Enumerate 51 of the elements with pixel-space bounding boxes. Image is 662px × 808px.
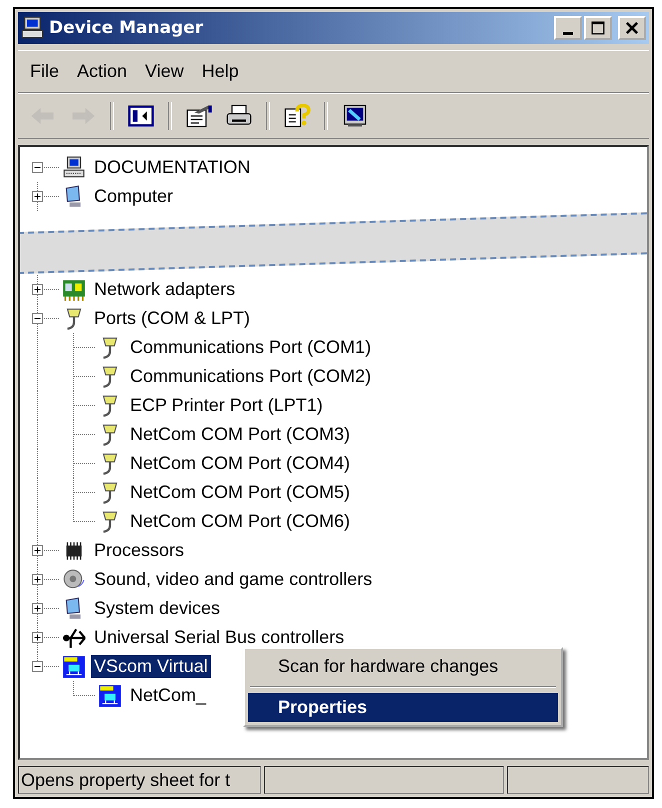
tree-item[interactable]: NetCom_ [127,684,210,707]
tree-item[interactable]: System devices [91,597,224,620]
expand-toggle[interactable] [32,632,43,643]
expand-toggle[interactable] [32,545,43,556]
tree-item[interactable]: NetCom COM Port (COM4) [127,452,354,475]
maximize-button[interactable] [584,16,612,40]
collapse-toggle[interactable] [32,661,43,672]
printer-icon [225,104,253,128]
tree-item[interactable]: Communications Port (COM1) [127,336,374,359]
collapse-toggle[interactable] [32,162,43,173]
close-button[interactable] [618,16,646,40]
computer-icon [62,156,86,180]
tree-item[interactable]: ECP Printer Port (LPT1) [127,394,326,417]
computer-icon [21,16,45,40]
expand-toggle[interactable] [32,574,43,585]
maximize-icon [589,20,607,36]
tree-item[interactable]: Processors [91,539,188,562]
tree-item[interactable]: Sound, video and game controllers [91,568,376,591]
help-icon [283,104,311,128]
expand-toggle[interactable] [32,191,43,202]
tree-item[interactable]: NetCom COM Port (COM3) [127,423,354,446]
device-board-icon [98,684,122,708]
properties-icon [185,104,213,128]
tree-item[interactable]: Computer [91,185,176,208]
device-board-icon [62,654,86,678]
window-title: Device Manager [49,18,204,38]
expand-toggle[interactable] [32,603,43,614]
tree-item[interactable]: Communications Port (COM2) [127,365,374,388]
expand-toggle[interactable] [32,284,43,295]
minimize-icon [563,32,573,34]
tree-item[interactable]: Network adapters [91,278,238,301]
tree-item[interactable]: Universal Serial Bus controllers [91,626,348,649]
context-menu-item[interactable]: Scan for hardware changes [248,652,558,681]
panel-icon [127,104,155,128]
tree-item[interactable]: Ports (COM & LPT) [91,307,254,330]
menu-item[interactable]: View [143,59,186,84]
menu-item[interactable]: Action [75,59,130,84]
network-card-icon [62,278,86,302]
tree-item[interactable]: NetCom COM Port (COM6) [127,510,354,533]
minimize-button[interactable] [554,16,582,40]
usb-icon [62,626,86,650]
tree-item[interactable]: NetCom COM Port (COM5) [127,481,354,504]
status-text: Opens property sheet for t [18,766,261,794]
tree-item[interactable]: DOCUMENTATION [91,156,254,179]
close-icon [623,20,641,36]
tree-item[interactable]: VScom Virtual [91,655,211,678]
monitor-icon [341,104,369,128]
menu-item[interactable]: Help [200,59,241,84]
context-menu-item[interactable]: Properties [248,693,558,722]
collapse-toggle[interactable] [32,313,43,324]
menu-item[interactable]: File [28,59,62,84]
